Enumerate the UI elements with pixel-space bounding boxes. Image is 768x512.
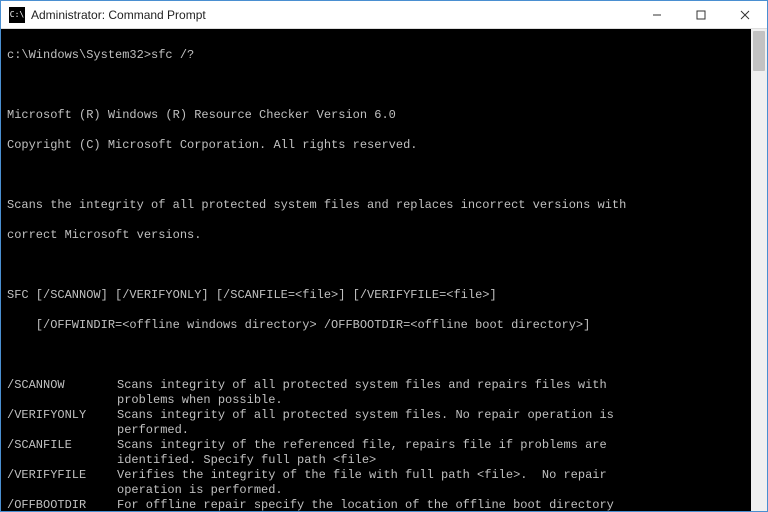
console-area: c:\Windows\System32>sfc /? Microsoft (R)… [1, 29, 767, 511]
option-row: operation is performed. [7, 483, 745, 498]
option-name: /SCANNOW [7, 378, 117, 393]
option-name [7, 483, 117, 498]
option-description: operation is performed. [117, 483, 283, 498]
description-line: correct Microsoft versions. [7, 228, 745, 243]
description-line: Scans the integrity of all protected sys… [7, 198, 745, 213]
option-row: /VERIFYFILEVerifies the integrity of the… [7, 468, 745, 483]
option-name [7, 423, 117, 438]
usage-line: SFC [/SCANNOW] [/VERIFYONLY] [/SCANFILE=… [7, 288, 745, 303]
option-description: performed. [117, 423, 189, 438]
window-controls [635, 1, 767, 28]
option-row: performed. [7, 423, 745, 438]
option-name: /SCANFILE [7, 438, 117, 453]
option-row: problems when possible. [7, 393, 745, 408]
option-row: /VERIFYONLYScans integrity of all protec… [7, 408, 745, 423]
app-icon: C:\ [9, 7, 25, 23]
option-description: Verifies the integrity of the file with … [117, 468, 607, 483]
option-row: /OFFBOOTDIRFor offline repair specify th… [7, 498, 745, 511]
copyright-line: Copyright (C) Microsoft Corporation. All… [7, 138, 745, 153]
option-description: Scans integrity of the referenced file, … [117, 438, 607, 453]
option-description: problems when possible. [117, 393, 283, 408]
usage-line: [/OFFWINDIR=<offline windows directory> … [7, 318, 745, 333]
option-name [7, 393, 117, 408]
titlebar[interactable]: C:\ Administrator: Command Prompt [1, 1, 767, 29]
option-description: identified. Specify full path <file> [117, 453, 376, 468]
option-row: /SCANFILEScans integrity of the referenc… [7, 438, 745, 453]
header-line: Microsoft (R) Windows (R) Resource Check… [7, 108, 745, 123]
option-name: /OFFBOOTDIR [7, 498, 117, 511]
option-name: /VERIFYONLY [7, 408, 117, 423]
option-name [7, 453, 117, 468]
option-row: identified. Specify full path <file> [7, 453, 745, 468]
option-name: /VERIFYFILE [7, 468, 117, 483]
window-title: Administrator: Command Prompt [31, 8, 635, 22]
command-prompt-window: C:\ Administrator: Command Prompt c:\Win… [0, 0, 768, 512]
scroll-thumb[interactable] [753, 31, 765, 71]
close-button[interactable] [723, 1, 767, 28]
maximize-button[interactable] [679, 1, 723, 28]
option-description: For offline repair specify the location … [117, 498, 614, 511]
console-output[interactable]: c:\Windows\System32>sfc /? Microsoft (R)… [1, 29, 751, 511]
option-description: Scans integrity of all protected system … [117, 408, 614, 423]
option-row: /SCANNOWScans integrity of all protected… [7, 378, 745, 393]
option-description: Scans integrity of all protected system … [117, 378, 607, 393]
vertical-scrollbar[interactable] [751, 29, 767, 511]
prompt-line: c:\Windows\System32>sfc /? [7, 48, 745, 63]
minimize-button[interactable] [635, 1, 679, 28]
